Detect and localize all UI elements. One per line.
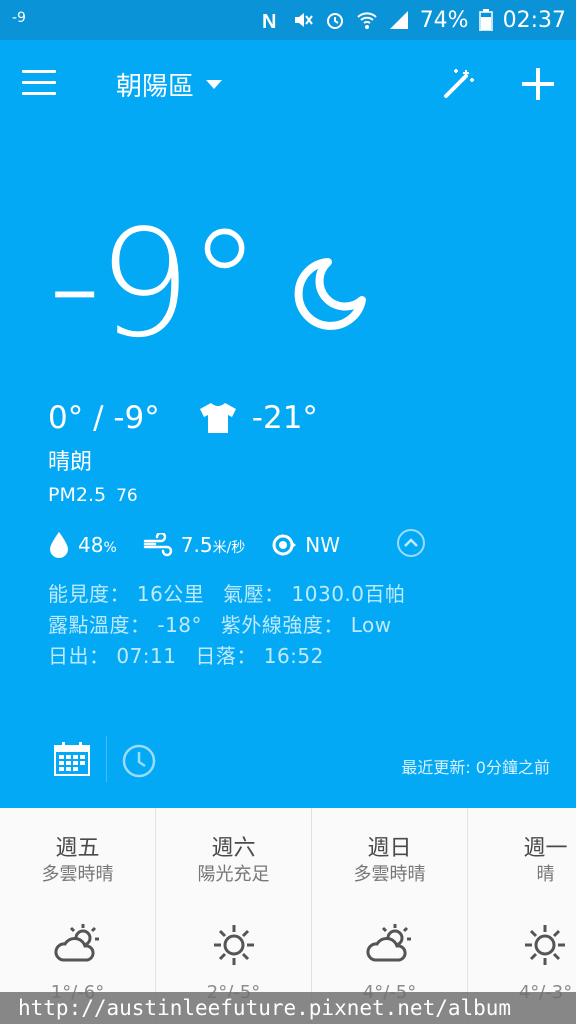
nfc-icon: N <box>262 11 276 31</box>
forecast-day-desc: 多雲時晴 <box>41 864 114 885</box>
toolbar-divider <box>106 736 107 782</box>
magic-wand-icon[interactable] <box>440 66 476 102</box>
sunny-icon <box>525 925 565 965</box>
clear-night-moon-icon <box>294 258 366 330</box>
sunset-value: 16:52 <box>263 644 324 668</box>
menu-icon[interactable] <box>22 70 56 98</box>
toolbar: 朝陽區 <box>0 40 576 132</box>
panel-bottom-bar: 最近更新: 0分鐘之前 <box>0 730 576 790</box>
forecast-day-name: 週日 <box>367 836 412 861</box>
location-name: 朝陽區 <box>116 72 195 102</box>
info-line-visibility-pressure: 能見度： 16公里 氣壓： 1030.0百帕 <box>48 578 406 607</box>
status-bar: -9 N 74% 02:37 <box>0 0 576 40</box>
compass-icon <box>272 534 297 556</box>
info-line-dewpoint-uv: 露點溫度： -18° 紫外線強度： Low <box>48 609 392 638</box>
humidity-group: 48% <box>48 531 117 559</box>
battery-icon <box>478 9 493 31</box>
uv-label: 紫外線強度： <box>220 613 344 637</box>
visibility-label: 能見度： <box>48 582 130 606</box>
forecast-day-name: 週六 <box>211 836 256 861</box>
clock-icon[interactable] <box>122 744 156 778</box>
status-left-temp: -9 <box>12 10 26 26</box>
plus-icon[interactable] <box>518 64 558 104</box>
mute-icon <box>294 13 313 27</box>
chevron-up-icon[interactable] <box>396 528 426 558</box>
humidity-drop-icon <box>50 532 68 558</box>
signal-icon <box>389 11 408 29</box>
humidity-unit: % <box>103 540 117 556</box>
forecast-day-desc: 陽光充足 <box>197 864 270 885</box>
dewpoint-label: 露點溫度： <box>48 613 151 637</box>
forecast-day-name: 週一 <box>523 836 568 861</box>
pm25-label: PM2.5 <box>48 484 107 506</box>
wind-direction: NW <box>305 533 341 557</box>
pm25-row: PM2.5 76 <box>48 484 138 506</box>
sunrise-value: 07:11 <box>116 644 177 668</box>
weather-panel: 朝陽區 -9° 0° / -9° -21° 晴朗 PM2.5 76 48% 7.… <box>0 40 576 808</box>
weather-detail-row: 48% 7.5米/秒 NW <box>48 530 366 560</box>
alarm-icon <box>326 13 343 29</box>
chevron-down-icon <box>206 80 223 89</box>
wifi-icon <box>356 12 377 29</box>
pm25-value: 76 <box>116 486 138 506</box>
forecast-day-desc: 晴 <box>536 864 555 885</box>
pressure-value: 1030.0百帕 <box>291 582 406 606</box>
temp-range-row: 0° / -9° -21° <box>48 400 318 436</box>
sunset-label: 日落： <box>195 644 257 668</box>
uv-value: Low <box>350 613 392 637</box>
forecast-day-name: 週五 <box>55 836 100 861</box>
watermark-url: http://austinleefuture.pixnet.net/album <box>0 992 576 1024</box>
svg-text:N: N <box>262 11 276 31</box>
wind-icon <box>143 533 172 557</box>
feels-like-temp: -21° <box>251 400 318 436</box>
sunny-icon <box>213 925 254 965</box>
wind-unit: 米/秒 <box>212 540 246 556</box>
current-temperature: -9° <box>48 198 262 370</box>
wind-direction-group: NW <box>271 532 340 558</box>
high-low-temp: 0° / -9° <box>48 400 160 436</box>
humidity-value: 48 <box>78 533 104 557</box>
info-line-sun: 日出： 07:11 日落： 16:52 <box>48 640 324 669</box>
sunrise-label: 日出： <box>48 644 110 668</box>
last-updated-text: 最近更新: 0分鐘之前 <box>401 758 550 777</box>
visibility-value: 16公里 <box>136 582 205 606</box>
wind-speed: 7.5 <box>180 533 213 557</box>
status-time: 02:37 <box>502 7 566 33</box>
calendar-icon[interactable] <box>54 742 90 776</box>
condition-text: 晴朗 <box>48 450 93 475</box>
forecast-day-desc: 多雲時晴 <box>353 864 426 885</box>
battery-percent: 74% <box>419 7 469 33</box>
status-icons: N 74% 02:37 <box>260 6 566 34</box>
partly-cloudy-icon <box>365 924 411 962</box>
pressure-label: 氣壓： <box>223 582 285 606</box>
partly-cloudy-icon <box>53 924 99 962</box>
location-selector[interactable]: 朝陽區 <box>116 66 223 103</box>
tshirt-icon <box>199 403 236 433</box>
dewpoint-value: -18° <box>157 613 203 637</box>
wind-group: 7.5米/秒 <box>143 533 246 557</box>
